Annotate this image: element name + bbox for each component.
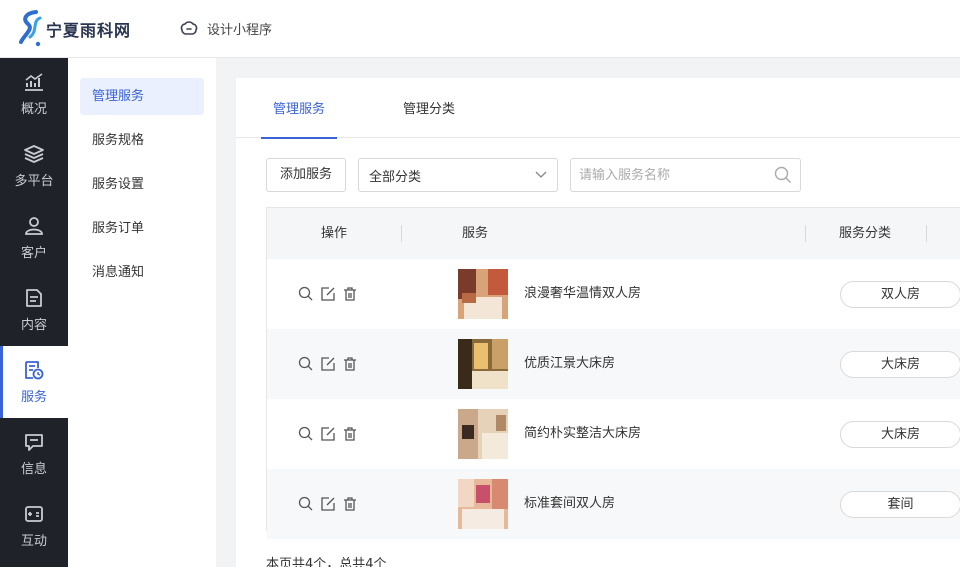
top-header: 宁夏雨科网 设计小程序: [0, 0, 960, 58]
service-name[interactable]: 标准套间双人房: [524, 469, 615, 539]
filter-toolbar: 添加服务 全部分类: [266, 158, 802, 192]
main-sidebar: 概况 多平台 客户 内容 服务 信息 互动: [0, 58, 68, 567]
category-badge: 双人房: [840, 281, 960, 308]
column-divider: [926, 225, 927, 242]
sidebar-item-label: 信息: [20, 461, 47, 477]
layers-icon: [24, 144, 44, 163]
mini-program-label: 设计小程序: [207, 23, 273, 38]
category-badge: 大床房: [840, 421, 960, 448]
interact-icon: [25, 505, 43, 522]
tab-manage-service[interactable]: 管理服务: [260, 78, 338, 139]
brand-name: 宁夏雨科网: [46, 20, 132, 40]
row-actions: [298, 356, 364, 372]
edit-icon[interactable]: [320, 426, 342, 442]
table-row: 简约朴实整洁大床房 大床房: [267, 399, 960, 469]
column-header-category: 服务分类: [839, 226, 892, 241]
message-icon: [25, 433, 43, 451]
table-row: 标准套间双人房 套间: [267, 469, 960, 539]
delete-icon[interactable]: [342, 356, 364, 372]
sidebar-item-customer[interactable]: 客户: [0, 202, 68, 274]
column-divider: [805, 225, 806, 242]
sidebar-item-label: 多平台: [14, 173, 54, 189]
mini-program-link[interactable]: 设计小程序: [179, 19, 272, 38]
brand-logo[interactable]: 宁夏雨科网: [18, 9, 131, 49]
table-row: 浪漫奢华温情双人房 双人房: [267, 259, 960, 329]
submenu-item-service-spec[interactable]: 服务规格: [80, 122, 204, 159]
service-thumbnail: [458, 409, 508, 459]
column-divider: [401, 225, 402, 242]
mini-program-icon: [180, 20, 198, 35]
table-header: 操作 服务 服务分类: [267, 208, 960, 259]
edit-icon[interactable]: [320, 286, 342, 302]
service-thumbnail: [458, 269, 508, 319]
chart-trend-icon: [25, 72, 43, 91]
sidebar-item-content[interactable]: 内容: [0, 274, 68, 346]
tab-manage-category[interactable]: 管理分类: [403, 78, 455, 138]
view-icon[interactable]: [298, 426, 320, 442]
category-select[interactable]: 全部分类: [358, 158, 559, 192]
sidebar-item-multiplatform[interactable]: 多平台: [0, 130, 68, 202]
tab-bar: 管理服务 管理分类: [236, 78, 960, 139]
document-icon: [26, 288, 42, 307]
service-thumbnail: [458, 339, 508, 389]
delete-icon[interactable]: [342, 286, 364, 302]
sidebar-item-service[interactable]: 服务: [0, 346, 68, 418]
add-service-button[interactable]: 添加服务: [266, 158, 347, 192]
row-actions: [298, 496, 364, 512]
view-icon[interactable]: [298, 356, 320, 372]
category-select-value: 全部分类: [369, 169, 422, 185]
chevron-down-icon: [535, 171, 547, 178]
view-icon[interactable]: [298, 496, 320, 512]
service-submenu: 管理服务 服务规格 服务设置 服务订单 消息通知: [68, 58, 216, 567]
submenu-item-service-orders[interactable]: 服务订单: [80, 210, 204, 247]
sidebar-item-label: 服务: [20, 389, 47, 405]
search-box: [570, 158, 802, 192]
submenu-item-manage-service[interactable]: 管理服务: [80, 78, 204, 115]
delete-icon[interactable]: [342, 496, 364, 512]
edit-icon[interactable]: [320, 496, 342, 512]
search-input[interactable]: [579, 167, 775, 183]
search-icon[interactable]: [774, 166, 792, 184]
sidebar-item-message[interactable]: 信息: [0, 418, 68, 490]
sidebar-item-label: 内容: [20, 317, 47, 333]
sidebar-item-overview[interactable]: 概况: [0, 58, 68, 130]
sidebar-item-label: 互动: [20, 533, 47, 549]
service-thumbnail: [458, 479, 508, 529]
service-icon: [25, 360, 44, 379]
view-icon[interactable]: [298, 286, 320, 302]
sidebar-item-label: 客户: [20, 245, 47, 261]
service-table: 操作 服务 服务分类 浪漫奢华温情双人房 双人房 优质江景大床房 大床房 简约朴…: [266, 207, 960, 539]
category-badge: 大床房: [840, 351, 960, 378]
submenu-item-notifications[interactable]: 消息通知: [80, 254, 204, 291]
column-header-service: 服务: [462, 226, 489, 241]
sidebar-item-interact[interactable]: 互动: [0, 490, 68, 562]
pagination-count: 本页共4个，总共4个: [266, 557, 387, 567]
service-name[interactable]: 优质江景大床房: [524, 329, 615, 399]
service-name[interactable]: 简约朴实整洁大床房: [524, 399, 641, 469]
main-content-card: 管理服务 管理分类 添加服务 全部分类 操作 服务 服务分类: [236, 78, 960, 567]
table-row: 优质江景大床房 大床房: [267, 329, 960, 399]
submenu-item-service-settings[interactable]: 服务设置: [80, 166, 204, 203]
delete-icon[interactable]: [342, 426, 364, 442]
user-icon: [25, 216, 43, 235]
brand-logo-icon: [19, 9, 42, 46]
service-name[interactable]: 浪漫奢华温情双人房: [524, 259, 641, 329]
column-header-actions: 操作: [321, 226, 348, 241]
row-actions: [298, 426, 364, 442]
row-actions: [298, 286, 364, 302]
category-badge: 套间: [840, 491, 960, 518]
sidebar-item-label: 概况: [20, 101, 47, 117]
edit-icon[interactable]: [320, 356, 342, 372]
